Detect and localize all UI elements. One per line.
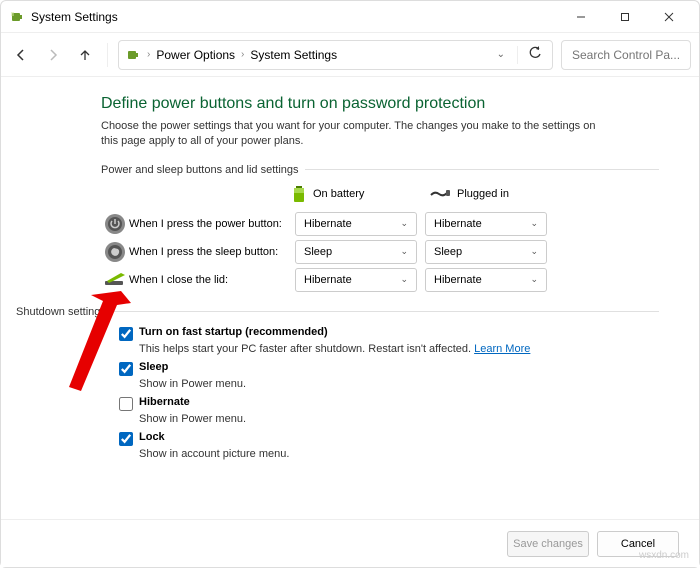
select-power-plugged[interactable]: Hibernate⌄ xyxy=(425,212,547,236)
check-hibernate: Hibernate xyxy=(119,396,659,411)
search-box[interactable] xyxy=(561,40,691,70)
check-lock: Lock xyxy=(119,431,659,446)
breadcrumb-power-options[interactable]: Power Options xyxy=(156,48,235,62)
col-plugged-label: Plugged in xyxy=(457,188,509,200)
select-lid-battery[interactable]: Hibernate⌄ xyxy=(295,268,417,292)
sub-sleep: Show in Power menu. xyxy=(139,378,659,390)
sub-lock: Show in account picture menu. xyxy=(139,448,659,460)
breadcrumb-bar[interactable]: › Power Options › System Settings ⌄ xyxy=(118,40,553,70)
lid-icon xyxy=(103,271,127,289)
checkbox-sleep[interactable] xyxy=(119,362,133,376)
section-shutdown-label: Shutdown settings xyxy=(16,306,659,318)
select-lid-plugged[interactable]: Hibernate⌄ xyxy=(425,268,547,292)
battery-app-icon xyxy=(9,9,25,25)
checkbox-fast-startup[interactable] xyxy=(119,327,133,341)
minimize-button[interactable] xyxy=(559,3,603,31)
checkbox-lock[interactable] xyxy=(119,432,133,446)
col-battery-label: On battery xyxy=(313,188,364,200)
power-button-icon xyxy=(104,213,126,235)
close-button[interactable] xyxy=(647,3,691,31)
search-input[interactable] xyxy=(570,47,682,63)
chevron-right-icon: › xyxy=(145,49,152,60)
row-power-button-label: When I press the power button: xyxy=(129,218,295,230)
label-fast-startup: Turn on fast startup (recommended) xyxy=(139,326,328,338)
row-close-lid: When I close the lid: Hibernate⌄ Hiberna… xyxy=(101,268,659,292)
select-sleep-plugged[interactable]: Sleep⌄ xyxy=(425,240,547,264)
column-headers: On battery Plugged in xyxy=(291,184,659,204)
row-power-button: When I press the power button: Hibernate… xyxy=(101,212,659,236)
sub-fast-startup: This helps start your PC faster after sh… xyxy=(139,343,659,355)
sleep-button-icon xyxy=(104,241,126,263)
content-area: Define power buttons and turn on passwor… xyxy=(1,77,699,460)
window-title: System Settings xyxy=(31,10,559,24)
select-sleep-battery[interactable]: Sleep⌄ xyxy=(295,240,417,264)
row-sleep-button-label: When I press the sleep button: xyxy=(129,246,295,258)
section-power-sleep-label: Power and sleep buttons and lid settings xyxy=(101,164,659,176)
maximize-button[interactable] xyxy=(603,3,647,31)
chevron-right-icon: › xyxy=(239,49,246,60)
label-sleep: Sleep xyxy=(139,361,168,373)
breadcrumb-dropdown[interactable]: ⌄ xyxy=(491,49,511,60)
up-button[interactable] xyxy=(73,43,97,67)
titlebar: System Settings xyxy=(1,1,699,33)
battery-icon xyxy=(291,184,307,204)
sub-hibernate: Show in Power menu. xyxy=(139,413,659,425)
plug-icon xyxy=(429,187,451,201)
row-sleep-button: When I press the sleep button: Sleep⌄ Sl… xyxy=(101,240,659,264)
check-fast-startup: Turn on fast startup (recommended) xyxy=(119,326,659,341)
watermark: wsxdn.com xyxy=(639,550,689,561)
breadcrumb-system-settings[interactable]: System Settings xyxy=(250,48,337,62)
label-lock: Lock xyxy=(139,431,165,443)
check-sleep: Sleep xyxy=(119,361,659,376)
label-hibernate: Hibernate xyxy=(139,396,190,408)
footer: Save changes Cancel xyxy=(1,519,699,567)
page-description: Choose the power settings that you want … xyxy=(101,119,601,150)
back-button[interactable] xyxy=(9,43,33,67)
power-options-icon xyxy=(125,47,141,63)
toolbar: › Power Options › System Settings ⌄ xyxy=(1,33,699,77)
refresh-button[interactable] xyxy=(524,46,546,63)
save-button[interactable]: Save changes xyxy=(507,531,589,557)
checkbox-hibernate[interactable] xyxy=(119,397,133,411)
page-heading: Define power buttons and turn on passwor… xyxy=(101,95,659,113)
row-close-lid-label: When I close the lid: xyxy=(129,274,295,286)
select-power-battery[interactable]: Hibernate⌄ xyxy=(295,212,417,236)
forward-button[interactable] xyxy=(41,43,65,67)
learn-more-link[interactable]: Learn More xyxy=(474,343,530,355)
